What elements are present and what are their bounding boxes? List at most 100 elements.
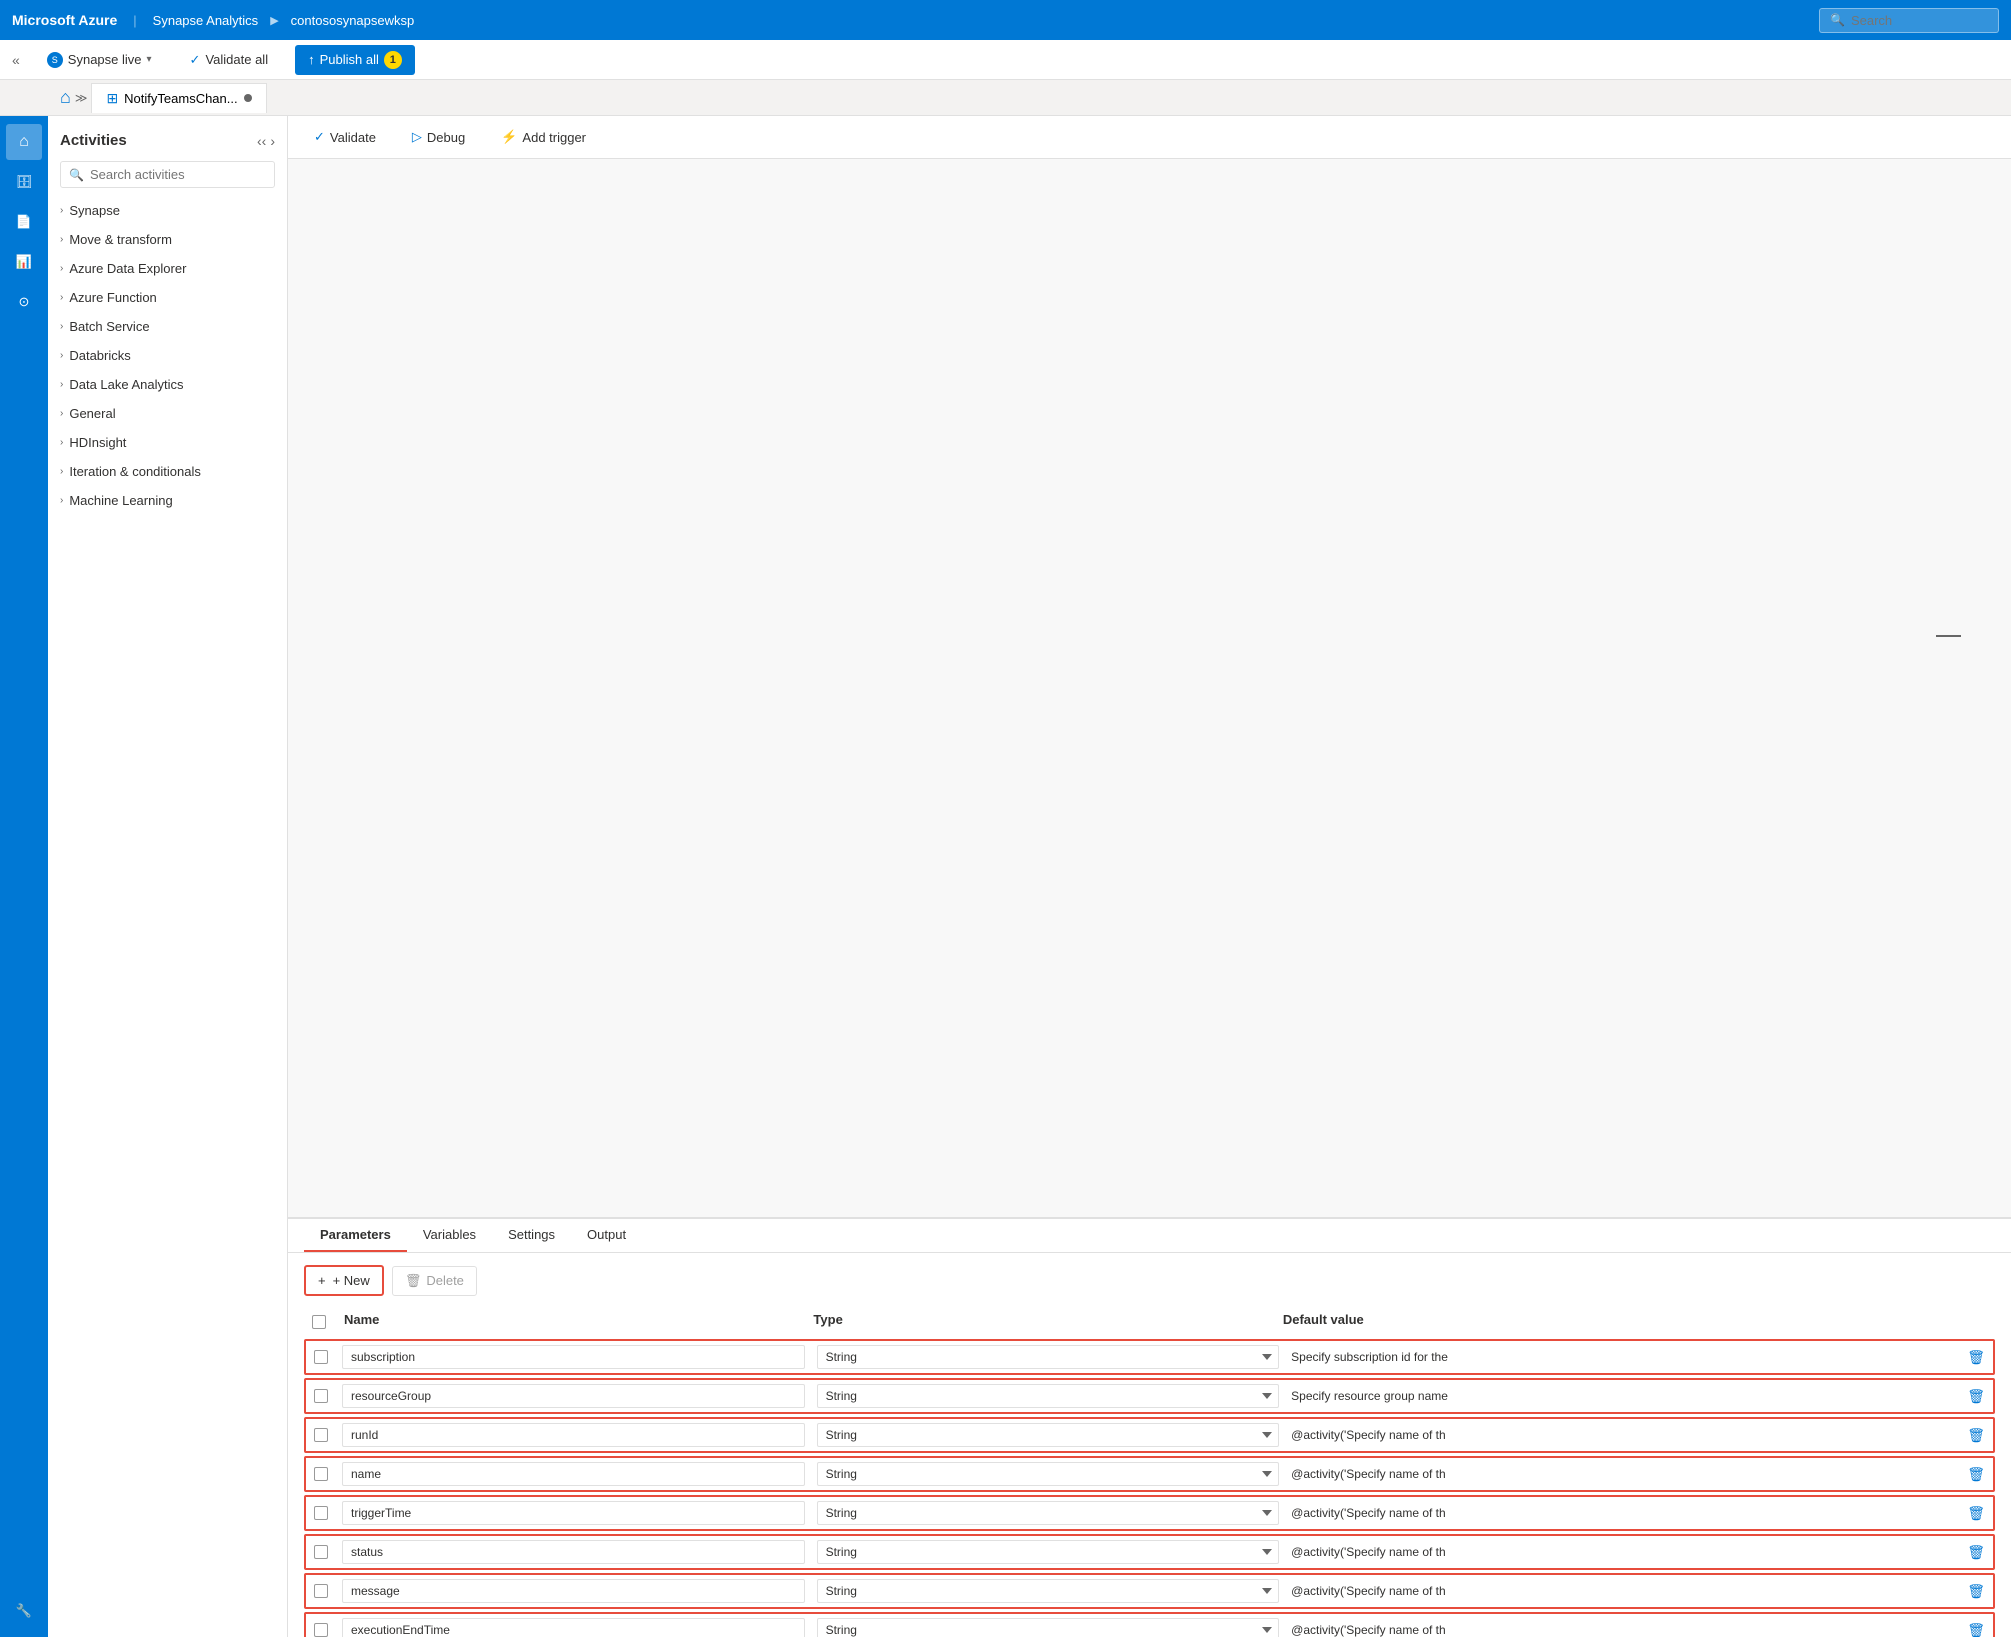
publish-all-btn[interactable]: ↑ Publish all 1 [295, 45, 415, 75]
collapse-icon[interactable]: ‹‹ [257, 133, 266, 149]
param-row-1: String Int Float Bool Array Object Speci… [304, 1378, 1995, 1414]
param-type-select-7[interactable]: String Int Float Bool Array Object [817, 1618, 1280, 1637]
param-delete-btn-5[interactable]: 🗑 [1967, 1544, 1985, 1561]
row-checkbox-2[interactable] [314, 1428, 328, 1442]
row-checkbox-6[interactable] [314, 1584, 328, 1598]
new-param-btn[interactable]: + + New [304, 1265, 384, 1296]
home-sidebar-icon: ⌂ [19, 133, 29, 151]
param-type-select-2[interactable]: String Int Float Bool Array Object [817, 1423, 1280, 1447]
row-checkbox-1[interactable] [314, 1389, 328, 1403]
param-default-value-5: @activity('Specify name of th [1291, 1545, 1963, 1559]
param-delete-btn-2[interactable]: 🗑 [1967, 1427, 1985, 1444]
row-default-col-7: @activity('Specify name of th 🗑 [1291, 1622, 1985, 1637]
tab-settings[interactable]: Settings [492, 1219, 571, 1252]
activity-group-move-and-transform[interactable]: ›Move & transform [48, 225, 287, 254]
expand-icon[interactable]: › [270, 133, 275, 149]
row-checkbox-5[interactable] [314, 1545, 328, 1559]
top-bar-nav-synapse[interactable]: Synapse Analytics [153, 13, 259, 28]
row-checkbox-3[interactable] [314, 1467, 328, 1481]
row-checkbox-4[interactable] [314, 1506, 328, 1520]
row-check-col-2 [314, 1428, 334, 1442]
param-delete-btn-3[interactable]: 🗑 [1967, 1466, 1985, 1483]
param-default-value-2: @activity('Specify name of th [1291, 1428, 1963, 1442]
validate-all-label: Validate all [205, 52, 268, 67]
param-type-select-6[interactable]: String Int Float Bool Array Object [817, 1579, 1280, 1603]
validate-btn[interactable]: ✓ Validate [304, 124, 386, 150]
row-name-col-3 [342, 1462, 805, 1486]
top-bar-separator: | [133, 13, 136, 28]
pipeline-tab[interactable]: ⊞ NotifyTeamsChan... [91, 83, 266, 113]
debug-btn[interactable]: ▷ Debug [402, 124, 475, 150]
tab-parameters[interactable]: Parameters [304, 1219, 407, 1252]
param-name-input-2[interactable] [342, 1423, 805, 1447]
param-delete-btn-0[interactable]: 🗑 [1967, 1349, 1985, 1366]
activity-group-general[interactable]: ›General [48, 399, 287, 428]
param-delete-btn-7[interactable]: 🗑 [1967, 1622, 1985, 1637]
group-chevron-icon: › [60, 379, 63, 390]
row-default-col-1: Specify resource group name 🗑 [1291, 1388, 1985, 1405]
search-box[interactable]: 🔍 [60, 161, 275, 188]
row-default-col-6: @activity('Specify name of th 🗑 [1291, 1583, 1985, 1600]
home-icon[interactable]: ⌂ [60, 87, 71, 108]
activity-group-machine-learning[interactable]: ›Machine Learning [48, 486, 287, 515]
data-sidebar-btn[interactable]: 📊 [6, 244, 42, 280]
top-bar-search[interactable]: 🔍 [1819, 8, 1999, 33]
delete-icon: 🗑 [405, 1273, 422, 1289]
group-label: Iteration & conditionals [69, 464, 201, 479]
top-bar-nav-workspace[interactable]: contososynapsewksp [291, 13, 415, 28]
tool-sidebar-btn[interactable]: 🔧 [6, 1593, 42, 1629]
activity-group-azure-data-explorer[interactable]: ›Azure Data Explorer [48, 254, 287, 283]
param-name-input-0[interactable] [342, 1345, 805, 1369]
database-sidebar-btn[interactable]: 🗄 [6, 164, 42, 200]
activity-group-hdinsight[interactable]: ›HDInsight [48, 428, 287, 457]
canvas-main [288, 159, 2011, 1217]
activity-group-iteration-and-conditionals[interactable]: ›Iteration & conditionals [48, 457, 287, 486]
tool-sidebar-icon: 🔧 [16, 1603, 32, 1619]
param-delete-btn-6[interactable]: 🗑 [1967, 1583, 1985, 1600]
activity-group-databricks[interactable]: ›Databricks [48, 341, 287, 370]
validate-all-btn[interactable]: ✓ Validate all [179, 47, 280, 73]
activity-group-azure-function[interactable]: ›Azure Function [48, 283, 287, 312]
default-col-header: Default value [1283, 1312, 1987, 1327]
data-sidebar-icon: 📊 [16, 254, 32, 270]
activities-search-input[interactable] [90, 167, 266, 182]
document-sidebar-btn[interactable]: 📄 [6, 204, 42, 240]
synapse-live-btn[interactable]: S Synapse live ▾ [36, 47, 163, 73]
tab-expand-icon[interactable]: ≫ [75, 91, 88, 105]
tab-variables[interactable]: Variables [407, 1219, 492, 1252]
validate-check-icon: ✓ [314, 129, 325, 145]
tab-output[interactable]: Output [571, 1219, 642, 1252]
param-name-input-6[interactable] [342, 1579, 805, 1603]
param-delete-btn-1[interactable]: 🗑 [1967, 1388, 1985, 1405]
monitor-sidebar-btn[interactable]: ⊙ [6, 284, 42, 320]
param-name-input-5[interactable] [342, 1540, 805, 1564]
param-delete-btn-4[interactable]: 🗑 [1967, 1505, 1985, 1522]
param-name-input-1[interactable] [342, 1384, 805, 1408]
group-label: Move & transform [69, 232, 172, 247]
param-type-select-3[interactable]: String Int Float Bool Array Object [817, 1462, 1280, 1486]
param-type-select-0[interactable]: String Int Float Bool Array Object [817, 1345, 1280, 1369]
param-name-input-7[interactable] [342, 1618, 805, 1637]
publish-all-label: Publish all [320, 52, 379, 67]
expand-collapse-btn[interactable]: « [12, 52, 20, 68]
bottom-content: + + New 🗑 Delete Name [288, 1253, 2011, 1637]
params-rows-container: String Int Float Bool Array Object Speci… [304, 1339, 1995, 1637]
row-checkbox-7[interactable] [314, 1623, 328, 1637]
select-all-checkbox[interactable] [312, 1315, 326, 1329]
global-search-input[interactable] [1851, 13, 1988, 28]
param-type-select-5[interactable]: String Int Float Bool Array Object [817, 1540, 1280, 1564]
param-type-select-4[interactable]: String Int Float Bool Array Object [817, 1501, 1280, 1525]
select-all-check-col [312, 1315, 344, 1329]
param-name-input-3[interactable] [342, 1462, 805, 1486]
group-chevron-icon: › [60, 437, 63, 448]
param-name-input-4[interactable] [342, 1501, 805, 1525]
home-sidebar-btn[interactable]: ⌂ [6, 124, 42, 160]
document-sidebar-icon: 📄 [16, 214, 32, 230]
row-checkbox-0[interactable] [314, 1350, 328, 1364]
delete-param-btn[interactable]: 🗑 Delete [392, 1266, 477, 1296]
activity-group-batch-service[interactable]: ›Batch Service [48, 312, 287, 341]
add-trigger-btn[interactable]: ⚡ Add trigger [491, 124, 596, 150]
activity-group-synapse[interactable]: ›Synapse [48, 196, 287, 225]
param-type-select-1[interactable]: String Int Float Bool Array Object [817, 1384, 1280, 1408]
activity-group-data-lake-analytics[interactable]: ›Data Lake Analytics [48, 370, 287, 399]
